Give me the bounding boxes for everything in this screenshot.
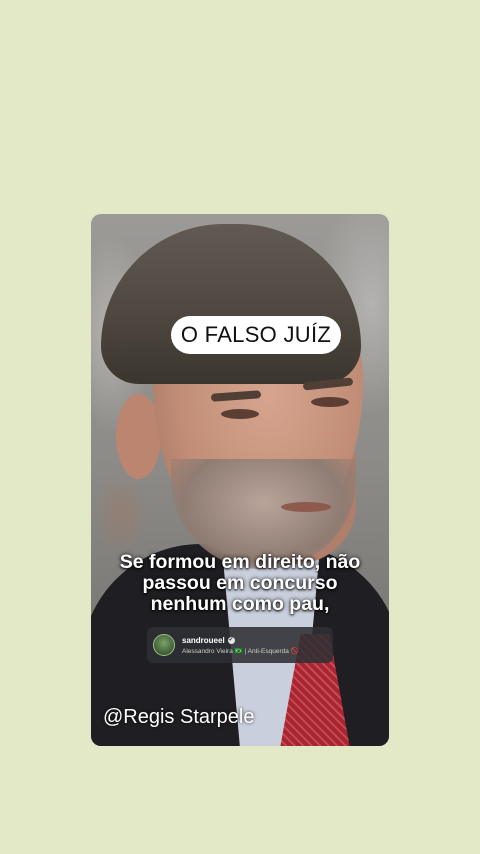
profile-card[interactable]: sandroueel ✓ Alessandro Vieira 🇧🇷 | Anti… <box>147 627 333 663</box>
username[interactable]: sandroueel <box>182 636 225 645</box>
username-row: sandroueel ✓ <box>182 636 299 645</box>
title-text: O FALSO JUÍZ <box>180 322 332 347</box>
caption: Se formou em direito, não passou em conc… <box>91 552 389 615</box>
mouth <box>281 502 331 512</box>
verified-badge-icon: ✓ <box>227 636 235 644</box>
profile-bio: Alessandro Vieira 🇧🇷 | Anti-Esquerda 🚫 <box>182 647 299 655</box>
title-pill: O FALSO JUÍZ <box>171 316 341 354</box>
caption-line: nenhum como pau, <box>150 593 330 615</box>
right-eye <box>311 397 349 407</box>
watermark: @Regis Starpele <box>103 706 255 728</box>
profile-avatar[interactable] <box>153 634 175 656</box>
left-eye <box>221 409 259 419</box>
post-card[interactable]: O FALSO JUÍZ Se formou em direito, não p… <box>91 214 389 746</box>
profile-text: sandroueel ✓ Alessandro Vieira 🇧🇷 | Anti… <box>182 636 299 655</box>
caption-line: Se formou em direito, não <box>119 551 361 573</box>
caption-line: passou em concurso <box>142 572 338 594</box>
